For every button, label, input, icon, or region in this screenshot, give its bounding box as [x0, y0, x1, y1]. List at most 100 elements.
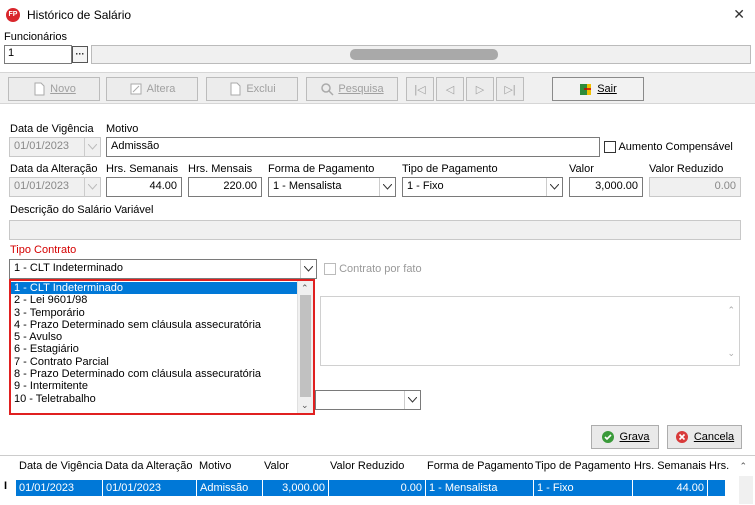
forma-pagamento-label: Forma de Pagamento — [268, 163, 375, 175]
close-icon[interactable]: ✕ — [733, 6, 745, 23]
cell-data-alteracao: 01/01/2023 — [103, 480, 197, 496]
sair-button[interactable]: Sair — [552, 77, 644, 101]
valor-reduzido-label: Valor Reduzido — [649, 163, 724, 175]
grid-scrollbar[interactable] — [739, 476, 753, 504]
tipo-pagamento-value: 1 - Fixo — [407, 180, 444, 192]
scrollbar-thumb[interactable] — [300, 295, 311, 397]
hidden-select[interactable] — [315, 390, 421, 410]
aumento-compensavel[interactable]: Aumento Compensável — [604, 141, 733, 154]
cell-hrs-semanais: 44.00 — [633, 480, 708, 496]
tipo-contrato-label: Tipo Contrato — [10, 244, 77, 256]
grid-header-data-alteracao[interactable]: Data da Alteração — [105, 460, 192, 472]
aumento-label: Aumento Compensável — [618, 141, 733, 153]
tipo-contrato-select[interactable]: 1 - CLT Indeterminado — [9, 259, 317, 279]
grid-header-valor[interactable]: Valor — [264, 460, 289, 472]
cancela-button[interactable]: Cancela — [667, 425, 742, 449]
exit-door-icon — [580, 84, 592, 95]
cell-forma-pagamento: 1 - Mensalista — [426, 480, 534, 496]
data-alteracao-field: 01/01/2023 — [9, 177, 101, 197]
cell-tipo-pagamento: 1 - Fixo — [534, 480, 633, 496]
data-alteracao-label: Data da Alteração — [10, 163, 98, 175]
tipo-contrato-value: 1 - CLT Indeterminado — [14, 262, 124, 274]
hrs-semanais-label: Hrs. Semanais — [106, 163, 179, 175]
grava-label: Grava — [619, 431, 650, 443]
data-alteracao-value: 01/01/2023 — [14, 180, 70, 192]
dropdown-item[interactable]: 9 - Intermitente — [11, 380, 297, 392]
exclui-button[interactable]: Exclui — [206, 77, 298, 101]
window-title: Histórico de Salário — [27, 8, 132, 22]
prev-record-button[interactable]: ◁ — [436, 77, 464, 101]
hrs-mensais-input[interactable]: 220.00 — [188, 177, 262, 197]
tipo-pagamento-label: Tipo de Pagamento — [402, 163, 498, 175]
dropdown-item[interactable]: 4 - Prazo Determinado sem cláusula assec… — [11, 319, 297, 331]
exclui-label: Exclui — [246, 83, 276, 95]
pesquisa-label: Pesquisa — [338, 83, 384, 95]
cell-valor-reduzido: 0.00 — [329, 480, 426, 496]
last-record-button[interactable]: ▷| — [496, 77, 524, 101]
motivo-label: Motivo — [106, 123, 139, 135]
cell-hrs — [708, 480, 726, 496]
valor-input[interactable]: 3,000.00 — [569, 177, 643, 197]
scroll-up-icon[interactable]: ⌃ — [301, 283, 309, 294]
scroll-up-icon[interactable]: ⌃ — [739, 461, 747, 472]
motivo-input[interactable]: Admissão — [106, 137, 600, 157]
chevron-down-icon[interactable] — [379, 178, 395, 196]
grid-header-valor-reduzido[interactable]: Valor Reduzido — [330, 460, 404, 472]
cell-motivo: Admissão — [197, 480, 263, 496]
dropdown-scrollbar[interactable]: ⌃ ⌄ — [297, 281, 313, 413]
dropdown-item[interactable]: 3 - Temporário — [11, 307, 297, 319]
contrato-fato-checkbox[interactable] — [324, 263, 336, 276]
forma-pagamento-select[interactable]: 1 - Mensalista — [268, 177, 396, 197]
chevron-down-icon[interactable] — [546, 178, 562, 196]
funcionario-name-redacted — [350, 49, 498, 60]
funcionario-lookup-button[interactable]: ··· — [72, 46, 88, 63]
novo-label: Novo — [50, 83, 76, 95]
tipo-pagamento-select[interactable]: 1 - Fixo — [402, 177, 563, 197]
tipo-contrato-dropdown[interactable]: 1 - CLT Indeterminado 2 - Lei 9601/98 3 … — [9, 279, 315, 415]
grid-header-data-vigencia[interactable]: Data de Vigência — [19, 460, 103, 472]
dropdown-item[interactable]: 1 - CLT Indeterminado — [11, 282, 297, 295]
dropdown-item[interactable]: 7 - Contrato Parcial — [11, 356, 297, 368]
first-record-button[interactable]: |◁ — [406, 77, 434, 101]
novo-button[interactable]: Novo — [8, 77, 100, 101]
grid-header-hrs[interactable]: Hrs. — [709, 460, 729, 472]
hrs-semanais-input[interactable]: 44.00 — [106, 177, 182, 197]
pesquisa-button[interactable]: Pesquisa — [306, 77, 398, 101]
row-cursor-marker: I — [4, 480, 8, 492]
forma-pagamento-value: 1 - Mensalista — [273, 180, 342, 192]
dropdown-item[interactable]: 6 - Estagiário — [11, 343, 297, 355]
chevron-down-icon[interactable] — [404, 391, 420, 409]
funcionario-name-field — [91, 45, 751, 64]
data-vigencia-field: 01/01/2023 — [9, 137, 101, 157]
aumento-checkbox[interactable] — [604, 141, 616, 154]
cancel-icon — [675, 431, 688, 443]
next-record-button[interactable]: ▷ — [466, 77, 494, 101]
altera-label: Altera — [146, 83, 176, 95]
sair-label: Sair — [597, 83, 617, 95]
funcionario-input[interactable]: 1 — [4, 45, 72, 64]
title-bar: FP Histórico de Salário ✕ — [0, 0, 755, 30]
check-icon — [601, 431, 614, 443]
edit-icon — [130, 83, 142, 95]
dropdown-item[interactable]: 5 - Avulso — [11, 331, 297, 343]
new-document-icon — [34, 82, 45, 96]
dropdown-item[interactable]: 10 - Teletrabalho — [11, 393, 297, 405]
chevron-down-icon[interactable] — [300, 260, 316, 278]
valor-label: Valor — [569, 163, 594, 175]
scroll-down-icon[interactable]: ⌄ — [301, 400, 309, 411]
table-row[interactable]: 01/01/2023 01/01/2023 Admissão 3,000.00 … — [16, 480, 726, 496]
dropdown-item[interactable]: 8 - Prazo Determinado com cláusula assec… — [11, 368, 297, 380]
grid-header-motivo[interactable]: Motivo — [199, 460, 231, 472]
data-vigencia-value: 01/01/2023 — [14, 140, 70, 152]
dropdown-item[interactable]: 2 - Lei 9601/98 — [11, 294, 297, 306]
grid-header-tipo-pagamento[interactable]: Tipo de Pagamento — [535, 460, 631, 472]
observacao-textarea[interactable]: ⌃ ⌄ — [320, 296, 740, 366]
contrato-por-fato[interactable]: Contrato por fato — [324, 263, 422, 276]
grava-button[interactable]: Grava — [591, 425, 659, 449]
scroll-up-icon: ⌃ — [727, 305, 735, 315]
altera-button[interactable]: Altera — [106, 77, 198, 101]
valor-reduzido-input: 0.00 — [649, 177, 741, 197]
grid-header-forma-pagamento[interactable]: Forma de Pagamento — [427, 460, 533, 472]
search-icon — [321, 83, 334, 96]
grid-header-hrs-semanais[interactable]: Hrs. Semanais — [634, 460, 706, 472]
